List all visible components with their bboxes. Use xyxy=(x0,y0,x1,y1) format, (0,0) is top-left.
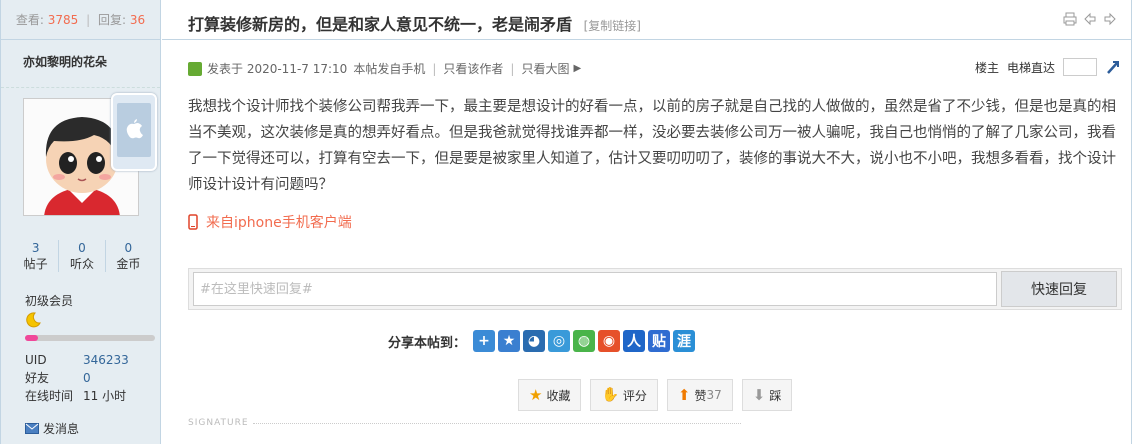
thread-title: 打算装修新房的，但是和家人意见不统一，老是闹矛盾 [复制链接] xyxy=(188,11,641,35)
plus-share-icon[interactable]: + xyxy=(473,330,496,352)
renren-icon[interactable]: 人 xyxy=(623,330,646,352)
sina-weibo-icon[interactable]: ◉ xyxy=(598,330,621,352)
share-label: 分享本帖到： xyxy=(388,335,467,351)
tencent-weibo-icon[interactable]: ◎ xyxy=(548,330,571,352)
quick-reply-input[interactable] xyxy=(193,272,997,306)
thread-stats: 查看: 3785 | 回复: 36 xyxy=(1,0,160,40)
only-big-pic-link[interactable]: 只看大图 xyxy=(521,60,569,77)
envelope-icon xyxy=(25,423,39,434)
douban-icon[interactable]: 涯 xyxy=(673,330,696,352)
replies-label: 回复: xyxy=(97,13,127,27)
mobile-phone-icon xyxy=(188,214,198,230)
triangle-right-icon: ▶ xyxy=(573,63,582,74)
rate-button[interactable]: ✋ 评分 xyxy=(590,379,658,411)
wechat-icon[interactable]: ◍ xyxy=(573,330,596,352)
copy-link[interactable]: [复制链接] xyxy=(584,19,641,33)
author-info: UID 346233 好友 0 在线时间 11 小时 xyxy=(25,351,129,405)
uid-label: UID xyxy=(25,353,47,367)
views-count: 3785 xyxy=(47,13,79,27)
author-counts: 3 帖子 0 听众 0 金币 xyxy=(13,240,151,272)
dislike-button[interactable]: ⬇ 踩 xyxy=(741,379,793,411)
posted-from-device: 本帖发自手机 xyxy=(353,62,426,76)
uid-value[interactable]: 346233 xyxy=(83,351,129,369)
quick-reply-button[interactable]: 快速回复 xyxy=(1001,271,1117,307)
down-arrow-icon: ⬇ xyxy=(752,386,766,404)
floor-owner-label: 楼主 xyxy=(974,60,999,75)
next-thread-icon[interactable] xyxy=(1103,12,1117,26)
title-bar: 打算装修新房的，但是和家人意见不统一，老是闹矛盾 [复制链接] xyxy=(162,0,1131,40)
share-bar: 分享本帖到： + ★ ◕ ◎ ◍ ◉ 人贴涯 xyxy=(388,330,696,352)
post-actions: ★ 收藏 ✋ 评分 ⬆ 赞 37 ⬇ 踩 xyxy=(518,379,793,411)
post-content: 我想找个设计师找个装修公司帮我弄一下，最主要是想设计的好看一点，以前的房子就是自… xyxy=(188,99,1116,193)
coins-count[interactable]: 0 金币 xyxy=(106,240,151,272)
quick-reply-box: 快速回复 xyxy=(188,268,1122,310)
author-sidebar: 查看: 3785 | 回复: 36 亦如黎明的花朵 3 帖子 0 听众 0 金币… xyxy=(1,0,161,444)
like-label: 赞 xyxy=(694,388,707,403)
posts-count[interactable]: 3 帖子 xyxy=(13,240,60,272)
prev-thread-icon[interactable] xyxy=(1083,12,1097,26)
forum-post: 查看: 3785 | 回复: 36 亦如黎明的花朵 3 帖子 0 听众 0 金币… xyxy=(0,0,1132,444)
up-arrow-icon: ⬆ xyxy=(677,386,691,404)
like-count: 37 xyxy=(706,388,722,402)
qzone-star-icon[interactable]: ★ xyxy=(498,330,521,352)
like-button[interactable]: ⬆ 赞 37 xyxy=(666,379,733,411)
online-label: 在线时间 xyxy=(25,389,74,403)
send-message-link[interactable]: 发消息 xyxy=(25,420,79,437)
floor-jump-label: 电梯直达 xyxy=(1006,60,1055,75)
print-icon[interactable] xyxy=(1063,12,1077,26)
online-status-icon xyxy=(188,61,202,76)
friends-label: 好友 xyxy=(25,371,50,385)
send-message-label: 发消息 xyxy=(43,422,80,436)
dislike-label: 踩 xyxy=(769,388,782,403)
member-rank[interactable]: 初级会员 xyxy=(25,292,73,309)
views-label: 查看: xyxy=(15,13,44,27)
iphone-badge-icon xyxy=(111,93,157,171)
only-author-link[interactable]: 只看该作者 xyxy=(443,60,503,77)
qq-penguin-icon[interactable]: ◕ xyxy=(523,330,546,352)
favorite-label: 收藏 xyxy=(546,388,571,403)
signature-label: SIGNATURE xyxy=(188,418,249,428)
friends-value[interactable]: 0 xyxy=(83,369,91,387)
rank-progress-bar xyxy=(25,335,155,341)
author-name[interactable]: 亦如黎明的花朵 xyxy=(1,40,160,88)
favorite-button[interactable]: ★ 收藏 xyxy=(518,379,582,411)
posted-time: 发表于 2020-11-7 17:10 xyxy=(207,62,348,76)
client-note[interactable]: 来自iphone手机客户端 xyxy=(188,212,352,232)
followers-count[interactable]: 0 听众 xyxy=(59,240,106,272)
go-arrow-icon[interactable] xyxy=(1105,59,1121,75)
thumb-rate-icon: ✋ xyxy=(601,387,619,403)
rate-label: 评分 xyxy=(622,388,647,403)
moon-icon xyxy=(25,312,41,331)
floor-controls: 楼主 电梯直达 xyxy=(975,58,1121,76)
floor-jump-input[interactable] xyxy=(1063,58,1097,76)
client-note-text: 来自iphone手机客户端 xyxy=(206,215,352,231)
star-icon: ★ xyxy=(529,386,543,404)
online-value: 11 小时 xyxy=(83,389,127,403)
replies-count: 36 xyxy=(129,13,146,27)
stats-divider: | xyxy=(86,13,91,27)
tieba-icon[interactable]: 贴 xyxy=(648,330,671,352)
post-meta: 发表于 2020-11-7 17:10 本帖发自手机 | 只看该作者 | 只看大… xyxy=(188,60,581,77)
thread-title-text: 打算装修新房的，但是和家人意见不统一，老是闹矛盾 xyxy=(188,15,573,34)
thread-tools xyxy=(1063,12,1117,26)
signature-divider: SIGNATURE xyxy=(188,418,741,428)
post-main: 打算装修新房的，但是和家人意见不统一，老是闹矛盾 [复制链接] 发表于 2020… xyxy=(162,0,1131,444)
